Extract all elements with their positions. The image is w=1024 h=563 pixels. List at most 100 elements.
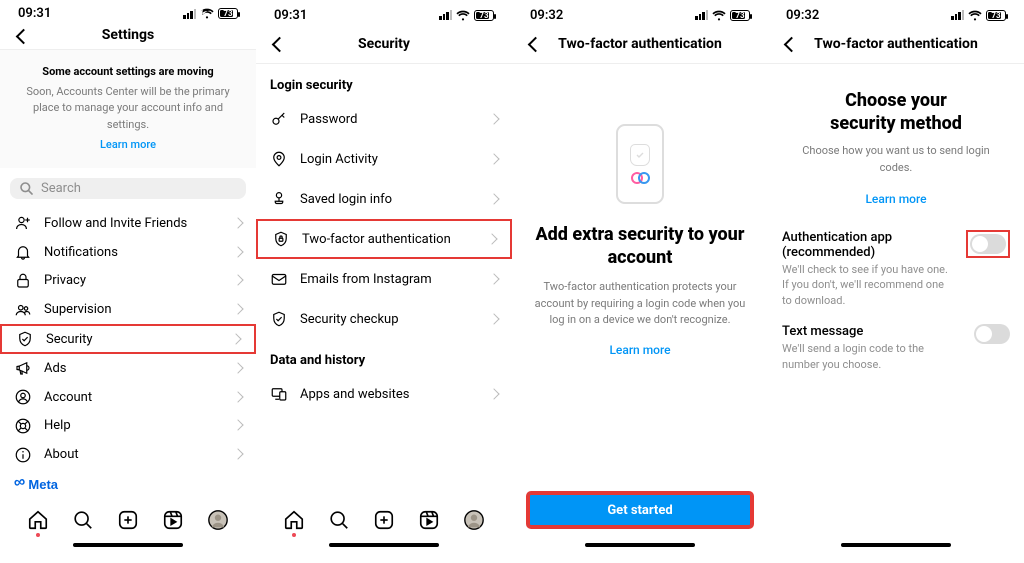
chevron-right-icon <box>488 232 496 247</box>
auth-app-toggle[interactable] <box>970 234 1006 254</box>
banner-body: Soon, Accounts Center will be the primar… <box>14 84 242 134</box>
home-indicator <box>0 543 256 563</box>
shield-icon <box>16 330 34 348</box>
tab-create[interactable] <box>373 509 395 531</box>
security-item-checkup[interactable]: Security checkup <box>256 299 512 339</box>
chevron-right-icon <box>490 152 498 167</box>
settings-item-about[interactable]: About <box>0 440 256 469</box>
search-placeholder: Search <box>41 181 81 196</box>
person-key-icon <box>270 190 288 208</box>
search-icon <box>20 182 33 195</box>
chevron-right-icon <box>234 273 242 288</box>
chevron-left-icon <box>530 31 541 56</box>
page-title: Two-factor authentication <box>814 36 978 52</box>
row-label: Ads <box>44 361 222 376</box>
screen-settings: 09:31 73 Settings Some account settings … <box>0 0 256 563</box>
settings-item-help[interactable]: Help <box>0 411 256 440</box>
tab-search[interactable] <box>72 509 94 531</box>
security-item-emails[interactable]: Emails from Instagram <box>256 259 512 299</box>
row-label: Account <box>44 390 222 405</box>
settings-item-security[interactable]: Security <box>0 324 256 354</box>
text-message-toggle[interactable] <box>974 324 1010 344</box>
notification-dot-icon <box>36 533 40 537</box>
search-input[interactable]: Search <box>10 178 246 200</box>
tab-home[interactable] <box>27 509 49 531</box>
tab-profile[interactable] <box>463 509 485 531</box>
nav-header: Two-factor authentication <box>512 24 768 64</box>
row-label: Saved login info <box>300 192 478 207</box>
row-label: About <box>44 447 222 462</box>
choose-heading: Choose yoursecurity method <box>788 90 1004 135</box>
meta-infinity-icon: ∞ <box>13 473 27 493</box>
chevron-right-icon <box>232 332 240 347</box>
status-bar: 09:32 73 <box>512 0 768 24</box>
tab-reels[interactable] <box>162 509 184 531</box>
settings-item-account[interactable]: Account <box>0 383 256 412</box>
section-login-security: Login security <box>256 64 512 99</box>
chevron-right-icon <box>490 272 498 287</box>
rings-icon <box>631 172 650 184</box>
back-button[interactable] <box>520 24 550 63</box>
tab-home[interactable] <box>283 509 305 531</box>
chevron-left-icon <box>786 31 797 56</box>
back-button[interactable] <box>776 24 806 63</box>
home-indicator <box>768 543 1024 563</box>
cellular-icon <box>439 10 452 20</box>
option-text-message[interactable]: Text message We'll send a login code to … <box>768 318 1024 382</box>
tab-profile[interactable] <box>207 509 229 531</box>
status-time: 09:32 <box>786 8 819 23</box>
shield-check-icon <box>270 310 288 328</box>
mail-icon <box>270 270 288 288</box>
security-item-password[interactable]: Password <box>256 99 512 139</box>
security-item-login-activity[interactable]: Login Activity <box>256 139 512 179</box>
settings-item-notifications[interactable]: Notifications <box>0 238 256 267</box>
tab-reels[interactable] <box>418 509 440 531</box>
wifi-icon <box>456 10 470 21</box>
phone-illustration <box>616 124 664 204</box>
screen-2fa-intro: 09:32 73 Two-factor authentication Add e… <box>512 0 768 563</box>
back-button[interactable] <box>8 21 38 49</box>
option-auth-app[interactable]: Authentication app (recommended) We'll c… <box>768 224 1024 318</box>
security-item-saved-login[interactable]: Saved login info <box>256 179 512 219</box>
page-title: Security <box>358 36 410 52</box>
chevron-right-icon <box>234 302 242 317</box>
back-button[interactable] <box>264 24 294 63</box>
status-time: 09:31 <box>274 8 307 23</box>
row-label: Emails from Instagram <box>300 272 478 287</box>
learn-more-link[interactable]: Learn more <box>530 343 750 357</box>
chevron-right-icon <box>234 245 242 260</box>
cellular-icon <box>183 9 196 19</box>
auth-app-toggle-highlight <box>966 230 1010 258</box>
chevron-right-icon <box>234 447 242 462</box>
get-started-button[interactable]: Get started <box>526 491 754 529</box>
key-icon <box>270 110 288 128</box>
row-label: Password <box>300 112 478 127</box>
row-label: Two-factor authentication <box>302 232 476 247</box>
learn-more-link[interactable]: Learn more <box>788 192 1004 206</box>
option-desc: We'll check to see if you have one. If y… <box>782 262 956 308</box>
wifi-icon <box>968 10 982 21</box>
option-desc: We'll send a login code to the number yo… <box>782 341 964 372</box>
wifi-icon <box>200 8 214 19</box>
tab-bar <box>256 497 512 543</box>
settings-item-follow-invite[interactable]: Follow and Invite Friends <box>0 209 256 238</box>
location-pin-icon <box>270 150 288 168</box>
chevron-right-icon <box>490 312 498 327</box>
settings-item-supervision[interactable]: Supervision <box>0 295 256 324</box>
security-item-two-factor[interactable]: Two-factor authentication <box>256 219 512 259</box>
chevron-left-icon <box>274 31 285 56</box>
row-label: Follow and Invite Friends <box>44 216 222 231</box>
nav-header: Security <box>256 24 512 64</box>
battery-icon: 73 <box>218 8 238 19</box>
tab-bar <box>0 497 256 543</box>
option-title: Authentication app (recommended) <box>782 230 956 260</box>
accounts-center-banner: Some account settings are moving Soon, A… <box>0 50 256 168</box>
banner-learn-more-link[interactable]: Learn more <box>14 137 242 154</box>
status-bar: 09:31 73 <box>0 0 256 21</box>
security-item-apps-websites[interactable]: Apps and websites <box>256 374 512 414</box>
settings-item-privacy[interactable]: Privacy <box>0 267 256 296</box>
screen-choose-method: 09:32 73 Two-factor authentication Choos… <box>768 0 1024 563</box>
tab-search[interactable] <box>328 509 350 531</box>
settings-item-ads[interactable]: Ads <box>0 354 256 383</box>
tab-create[interactable] <box>117 509 139 531</box>
